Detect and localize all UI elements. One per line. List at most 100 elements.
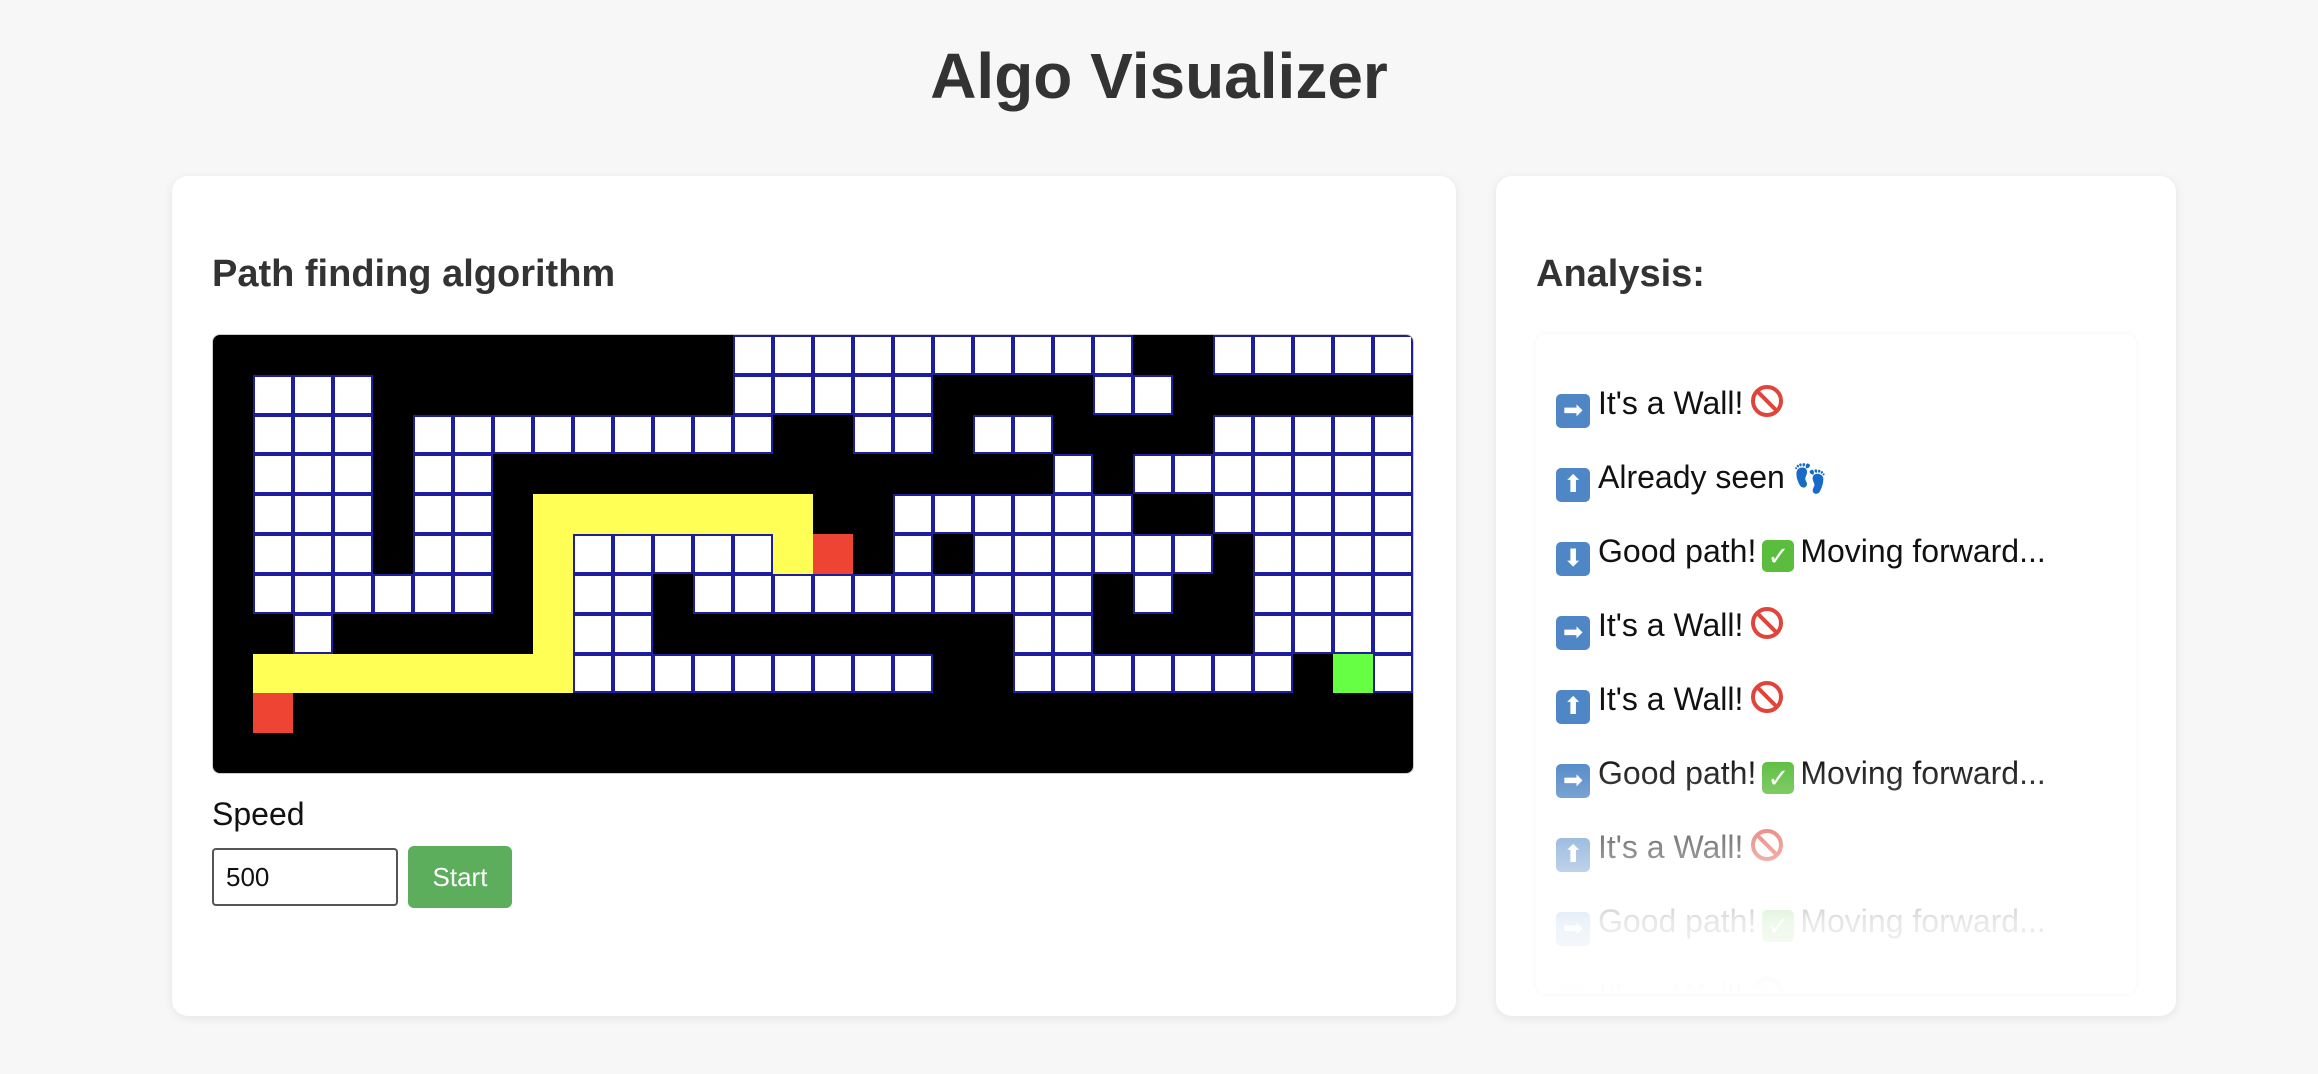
open-cell[interactable] bbox=[1133, 534, 1173, 574]
open-cell[interactable] bbox=[733, 534, 773, 574]
path-cell[interactable] bbox=[453, 653, 493, 694]
open-cell[interactable] bbox=[853, 335, 893, 375]
path-cell[interactable] bbox=[413, 653, 453, 694]
open-cell[interactable] bbox=[1013, 653, 1053, 694]
path-cell[interactable] bbox=[293, 653, 333, 694]
open-cell[interactable] bbox=[1373, 653, 1413, 694]
open-cell[interactable] bbox=[253, 573, 293, 614]
open-cell[interactable] bbox=[613, 613, 653, 654]
open-cell[interactable] bbox=[453, 573, 493, 614]
start-button[interactable]: Start bbox=[408, 846, 512, 908]
open-cell[interactable] bbox=[773, 374, 813, 415]
open-cell[interactable] bbox=[1213, 414, 1253, 455]
open-cell[interactable] bbox=[1253, 454, 1293, 495]
open-cell[interactable] bbox=[453, 454, 493, 495]
open-cell[interactable] bbox=[453, 534, 493, 574]
open-cell[interactable] bbox=[1133, 573, 1173, 614]
open-cell[interactable] bbox=[813, 573, 853, 614]
open-cell[interactable] bbox=[613, 653, 653, 694]
path-cell[interactable] bbox=[373, 653, 413, 694]
open-cell[interactable] bbox=[1293, 573, 1333, 614]
open-cell[interactable] bbox=[1373, 494, 1413, 535]
open-cell[interactable] bbox=[1293, 613, 1333, 654]
open-cell[interactable] bbox=[973, 494, 1013, 535]
open-cell[interactable] bbox=[1253, 494, 1293, 535]
open-cell[interactable] bbox=[333, 374, 373, 415]
open-cell[interactable] bbox=[1213, 653, 1253, 694]
path-cell[interactable] bbox=[613, 494, 653, 535]
open-cell[interactable] bbox=[1333, 573, 1373, 614]
open-cell[interactable] bbox=[413, 454, 453, 495]
open-cell[interactable] bbox=[1133, 653, 1173, 694]
open-cell[interactable] bbox=[1013, 335, 1053, 375]
open-cell[interactable] bbox=[1293, 454, 1333, 495]
open-cell[interactable] bbox=[573, 573, 613, 614]
open-cell[interactable] bbox=[1333, 414, 1373, 455]
open-cell[interactable] bbox=[693, 653, 733, 694]
open-cell[interactable] bbox=[413, 534, 453, 574]
path-cell[interactable] bbox=[333, 653, 373, 694]
open-cell[interactable] bbox=[893, 573, 933, 614]
open-cell[interactable] bbox=[613, 573, 653, 614]
marker-cell[interactable] bbox=[253, 693, 293, 734]
open-cell[interactable] bbox=[1253, 653, 1293, 694]
open-cell[interactable] bbox=[1013, 494, 1053, 535]
open-cell[interactable] bbox=[933, 573, 973, 614]
open-cell[interactable] bbox=[1293, 534, 1333, 574]
open-cell[interactable] bbox=[933, 335, 973, 375]
open-cell[interactable] bbox=[1173, 534, 1213, 574]
open-cell[interactable] bbox=[293, 573, 333, 614]
open-cell[interactable] bbox=[733, 414, 773, 455]
open-cell[interactable] bbox=[693, 414, 733, 455]
open-cell[interactable] bbox=[293, 414, 333, 455]
open-cell[interactable] bbox=[733, 653, 773, 694]
open-cell[interactable] bbox=[773, 335, 813, 375]
open-cell[interactable] bbox=[733, 374, 773, 415]
open-cell[interactable] bbox=[1253, 335, 1293, 375]
open-cell[interactable] bbox=[813, 374, 853, 415]
open-cell[interactable] bbox=[1373, 613, 1413, 654]
open-cell[interactable] bbox=[973, 414, 1013, 455]
open-cell[interactable] bbox=[293, 454, 333, 495]
open-cell[interactable] bbox=[813, 653, 853, 694]
open-cell[interactable] bbox=[1373, 573, 1413, 614]
open-cell[interactable] bbox=[453, 414, 493, 455]
path-cell[interactable] bbox=[533, 653, 573, 694]
open-cell[interactable] bbox=[1053, 494, 1093, 535]
open-cell[interactable] bbox=[333, 494, 373, 535]
open-cell[interactable] bbox=[1093, 534, 1133, 574]
open-cell[interactable] bbox=[253, 414, 293, 455]
open-cell[interactable] bbox=[253, 534, 293, 574]
open-cell[interactable] bbox=[1373, 414, 1413, 455]
open-cell[interactable] bbox=[1013, 534, 1053, 574]
open-cell[interactable] bbox=[573, 534, 613, 574]
path-cell[interactable] bbox=[533, 613, 573, 654]
marker-cell[interactable] bbox=[813, 534, 853, 574]
path-cell[interactable] bbox=[773, 494, 813, 535]
open-cell[interactable] bbox=[413, 573, 453, 614]
open-cell[interactable] bbox=[1173, 653, 1213, 694]
open-cell[interactable] bbox=[973, 335, 1013, 375]
open-cell[interactable] bbox=[533, 414, 573, 455]
open-cell[interactable] bbox=[1373, 534, 1413, 574]
open-cell[interactable] bbox=[1053, 534, 1093, 574]
open-cell[interactable] bbox=[1053, 653, 1093, 694]
open-cell[interactable] bbox=[1333, 534, 1373, 574]
open-cell[interactable] bbox=[1213, 454, 1253, 495]
open-cell[interactable] bbox=[853, 414, 893, 455]
open-cell[interactable] bbox=[1093, 494, 1133, 535]
open-cell[interactable] bbox=[253, 454, 293, 495]
open-cell[interactable] bbox=[1213, 335, 1253, 375]
path-cell[interactable] bbox=[493, 653, 533, 694]
open-cell[interactable] bbox=[413, 494, 453, 535]
open-cell[interactable] bbox=[1053, 613, 1093, 654]
path-cell[interactable] bbox=[533, 534, 573, 574]
open-cell[interactable] bbox=[1053, 573, 1093, 614]
open-cell[interactable] bbox=[733, 335, 773, 375]
open-cell[interactable] bbox=[453, 494, 493, 535]
open-cell[interactable] bbox=[1293, 414, 1333, 455]
open-cell[interactable] bbox=[573, 613, 613, 654]
open-cell[interactable] bbox=[1333, 494, 1373, 535]
open-cell[interactable] bbox=[293, 534, 333, 574]
open-cell[interactable] bbox=[893, 374, 933, 415]
